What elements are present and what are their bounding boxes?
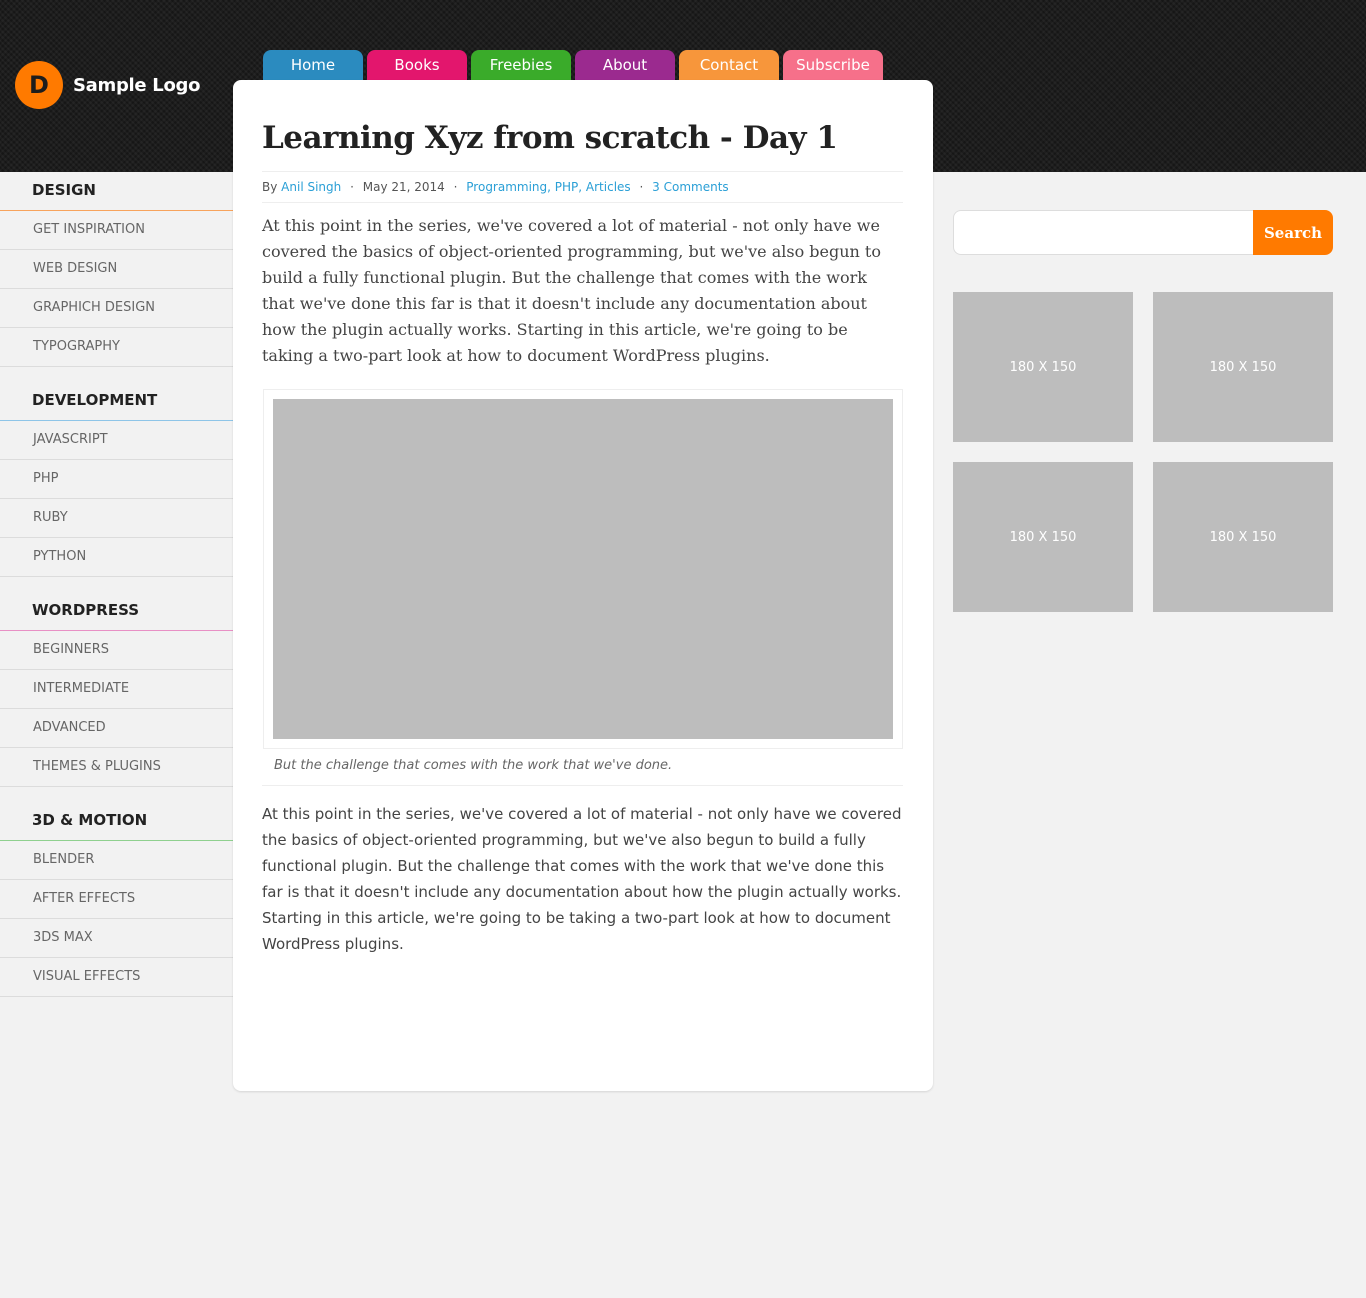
meta-separator: · <box>350 180 354 194</box>
meta-separator: · <box>639 180 644 194</box>
ad-placeholder[interactable]: 180 X 150 <box>953 462 1133 612</box>
category-title-design[interactable]: DESIGN <box>0 172 233 211</box>
post-figure <box>263 389 903 749</box>
post-title: Learning Xyz from scratch - Day 1 <box>262 120 838 156</box>
post-body: At this point in the series, we've cover… <box>262 805 902 953</box>
sidebar-item-ruby[interactable]: RUBY <box>0 499 233 538</box>
sidebar-item-after-effects[interactable]: AFTER EFFECTS <box>0 880 233 919</box>
post-image-placeholder <box>273 399 893 739</box>
search-button[interactable]: Search <box>1253 210 1333 255</box>
sidebar-item-3ds-max[interactable]: 3DS MAX <box>0 919 233 958</box>
nav-tab-home[interactable]: Home <box>263 50 363 80</box>
sidebar-item-typography[interactable]: TYPOGRAPHY <box>0 328 233 367</box>
meta-separator: · <box>453 180 458 194</box>
sidebar-item-themes-plugins[interactable]: THEMES & PLUGINS <box>0 748 233 787</box>
category-title-development[interactable]: DEVELOPMENT <box>0 382 233 421</box>
author-link[interactable]: Anil Singh <box>281 180 341 194</box>
sidebar-item-blender[interactable]: BLENDER <box>0 841 233 880</box>
post-meta: By Anil Singh · May 21, 2014 · Programmi… <box>262 171 903 203</box>
sidebar-item-python[interactable]: PYTHON <box>0 538 233 577</box>
sidebar-item-javascript[interactable]: JAVASCRIPT <box>0 421 233 460</box>
nav-tab-about[interactable]: About <box>575 50 675 80</box>
main-nav: Home Books Freebies About Contact Subscr… <box>263 50 883 80</box>
nav-tab-books[interactable]: Books <box>367 50 467 80</box>
site-logo[interactable]: D Sample Logo <box>15 61 200 109</box>
sidebar-item-graphich-design[interactable]: GRAPHICH DESIGN <box>0 289 233 328</box>
nav-tab-subscribe[interactable]: Subscribe <box>783 50 883 80</box>
category-title-wordpress[interactable]: WORDPRESS <box>0 592 233 631</box>
figure-caption: But the challenge that comes with the wo… <box>262 756 903 786</box>
logo-mark: D <box>15 61 63 109</box>
post-date: May 21, 2014 <box>362 180 445 194</box>
ad-placeholder[interactable]: 180 X 150 <box>1153 292 1333 442</box>
nav-tab-contact[interactable]: Contact <box>679 50 779 80</box>
comments-link[interactable]: 3 Comments <box>652 180 729 194</box>
post-intro: At this point in the series, we've cover… <box>262 216 881 365</box>
sidebar-item-intermediate[interactable]: INTERMEDIATE <box>0 670 233 709</box>
sidebar-item-get-inspiration[interactable]: GET INSPIRATION <box>0 211 233 250</box>
search-form: Search <box>953 210 1333 255</box>
category-sidebar: DESIGN GET INSPIRATION WEB DESIGN GRAPHI… <box>0 172 233 997</box>
post-article: Learning Xyz from scratch - Day 1 By Ani… <box>233 80 933 1091</box>
sidebar-item-advanced[interactable]: ADVANCED <box>0 709 233 748</box>
nav-tab-freebies[interactable]: Freebies <box>471 50 571 80</box>
ad-placeholder[interactable]: 180 X 150 <box>953 292 1133 442</box>
meta-by-label: By <box>262 180 278 194</box>
search-input[interactable] <box>953 210 1253 255</box>
sidebar-item-web-design[interactable]: WEB DESIGN <box>0 250 233 289</box>
ad-placeholder[interactable]: 180 X 150 <box>1153 462 1333 612</box>
sidebar-item-php[interactable]: PHP <box>0 460 233 499</box>
category-links[interactable]: Programming, PHP, Articles <box>466 180 630 194</box>
logo-text: Sample Logo <box>73 74 201 96</box>
category-title-3d-motion[interactable]: 3D & MOTION <box>0 802 233 841</box>
sidebar-item-visual-effects[interactable]: VISUAL EFFECTS <box>0 958 233 997</box>
sidebar-item-beginners[interactable]: BEGINNERS <box>0 631 233 670</box>
